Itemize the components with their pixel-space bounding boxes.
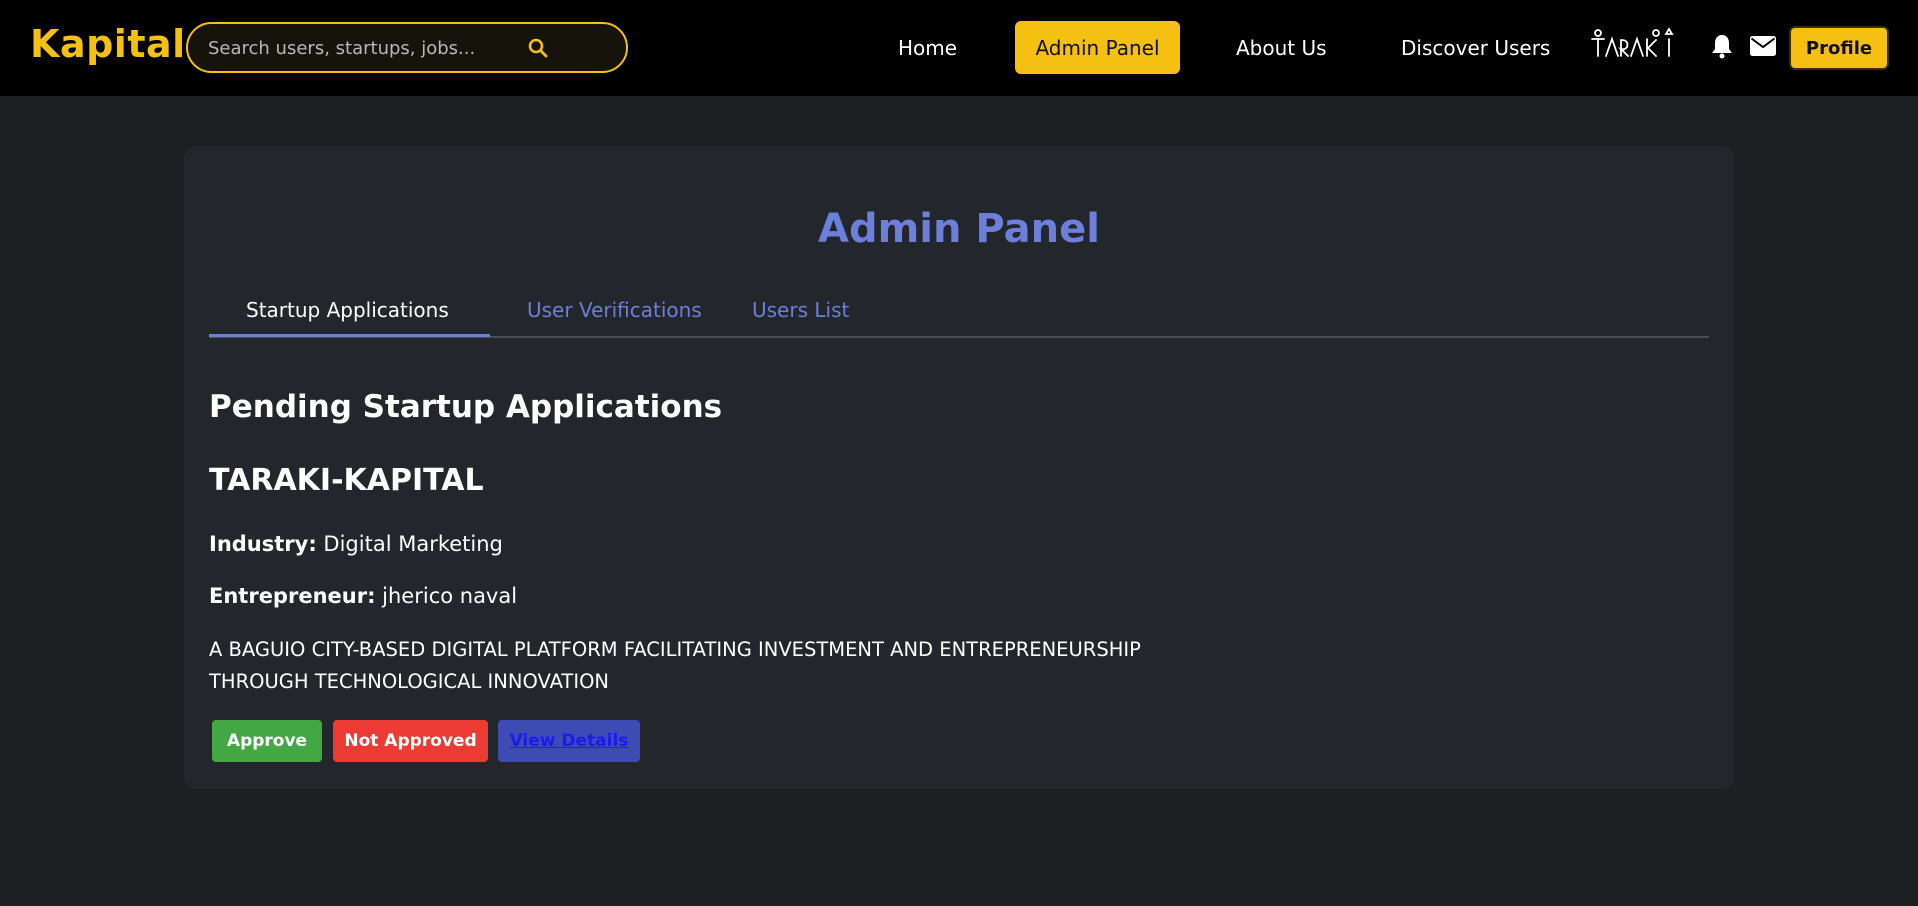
approve-button[interactable]: Approve [212,720,322,762]
industry-value: Digital Marketing [323,532,503,556]
entrepreneur-label: Entrepreneur: [209,584,376,608]
tab-users-list[interactable]: Users List [752,298,849,322]
entrepreneur-row: Entrepreneur: jherico naval [209,584,517,608]
search-icon[interactable] [528,38,548,58]
admin-panel-card: Admin Panel Startup Applications User Ve… [184,146,1734,789]
nav-about-us-link[interactable]: About Us [1236,36,1327,60]
active-tab-indicator [209,334,490,337]
nav-home-link[interactable]: Home [898,36,957,60]
profile-button[interactable]: Profile [1789,26,1889,70]
nav-admin-panel-link[interactable]: Admin Panel [1015,21,1180,74]
page-title: Admin Panel [818,206,1100,252]
brand-logo[interactable]: Kapital [30,22,186,66]
view-details-button[interactable]: View Details [498,720,640,762]
startup-name: TARAKI-KAPITAL [209,463,484,498]
top-navbar: Kapital Home Admin Panel About Us Discov… [0,0,1918,96]
industry-label: Industry: [209,532,317,556]
section-title: Pending Startup Applications [209,389,723,425]
not-approved-button[interactable]: Not Approved [333,720,488,762]
search-bar[interactable] [186,22,628,73]
tab-startup-applications[interactable]: Startup Applications [246,298,449,322]
tab-user-verifications[interactable]: User Verifications [527,298,702,322]
bell-icon[interactable] [1710,33,1734,59]
admin-tabs: Startup Applications User Verifications … [209,286,1709,338]
entrepreneur-value: jherico naval [382,584,518,608]
mail-icon[interactable] [1750,36,1776,56]
startup-description: A BAGUIO CITY-BASED DIGITAL PLATFORM FAC… [209,638,1141,693]
nav-discover-users-link[interactable]: Discover Users [1401,36,1550,60]
industry-row: Industry: Digital Marketing [209,532,503,556]
search-input[interactable] [208,36,508,60]
taraki-logo[interactable] [1590,26,1680,64]
